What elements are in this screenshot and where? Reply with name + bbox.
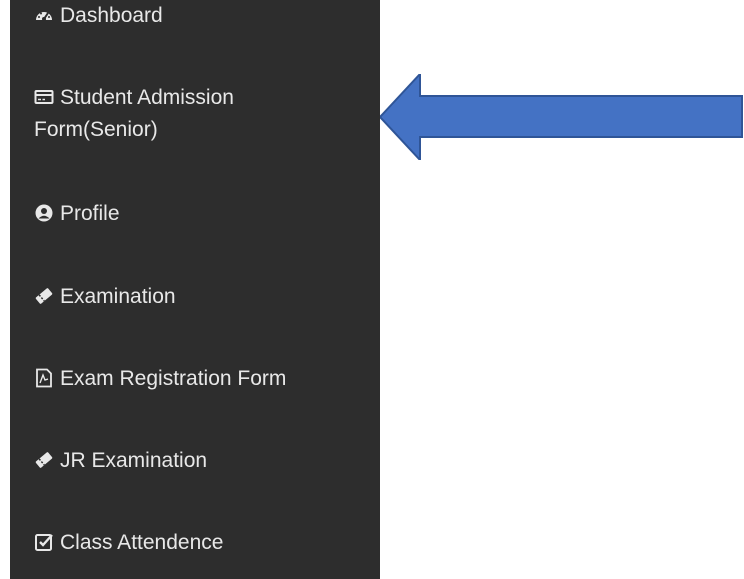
sidebar-item-class-attendence[interactable]: Class Attendence bbox=[34, 527, 223, 559]
sidebar-menu: Dashboard Student Admission Form(Senior) bbox=[10, 0, 380, 579]
sidebar-item-exam-registration-form[interactable]: Exam Registration Form bbox=[34, 363, 286, 395]
sidebar-item-student-admission-form[interactable]: Student Admission Form(Senior) bbox=[34, 82, 354, 146]
screenshot-page: Dashboard Student Admission Form(Senior) bbox=[0, 0, 744, 579]
pdf-file-icon bbox=[34, 366, 54, 388]
ticket-icon bbox=[34, 448, 54, 468]
dashboard-icon bbox=[34, 3, 54, 23]
sidebar-item-label: Dashboard bbox=[60, 4, 163, 27]
sidebar-item-label: Student Admission Form(Senior) bbox=[34, 86, 234, 141]
sidebar-item-label: Exam Registration Form bbox=[60, 367, 287, 390]
check-square-icon bbox=[34, 530, 54, 551]
user-circle-icon bbox=[34, 201, 54, 222]
id-card-icon bbox=[34, 85, 54, 105]
ticket-icon bbox=[34, 284, 54, 304]
sidebar-item-examination[interactable]: Examination bbox=[34, 281, 176, 313]
sidebar-item-jr-examination[interactable]: JR Examination bbox=[34, 445, 207, 477]
sidebar-item-label: Class Attendence bbox=[60, 531, 224, 554]
sidebar-item-label: JR Examination bbox=[60, 449, 208, 472]
sidebar-item-dashboard[interactable]: Dashboard bbox=[34, 0, 163, 32]
sidebar-item-label: Profile bbox=[60, 202, 120, 225]
sidebar-item-profile[interactable]: Profile bbox=[34, 198, 120, 230]
sidebar-item-label: Examination bbox=[60, 285, 176, 308]
pointer-arrow bbox=[380, 74, 743, 160]
